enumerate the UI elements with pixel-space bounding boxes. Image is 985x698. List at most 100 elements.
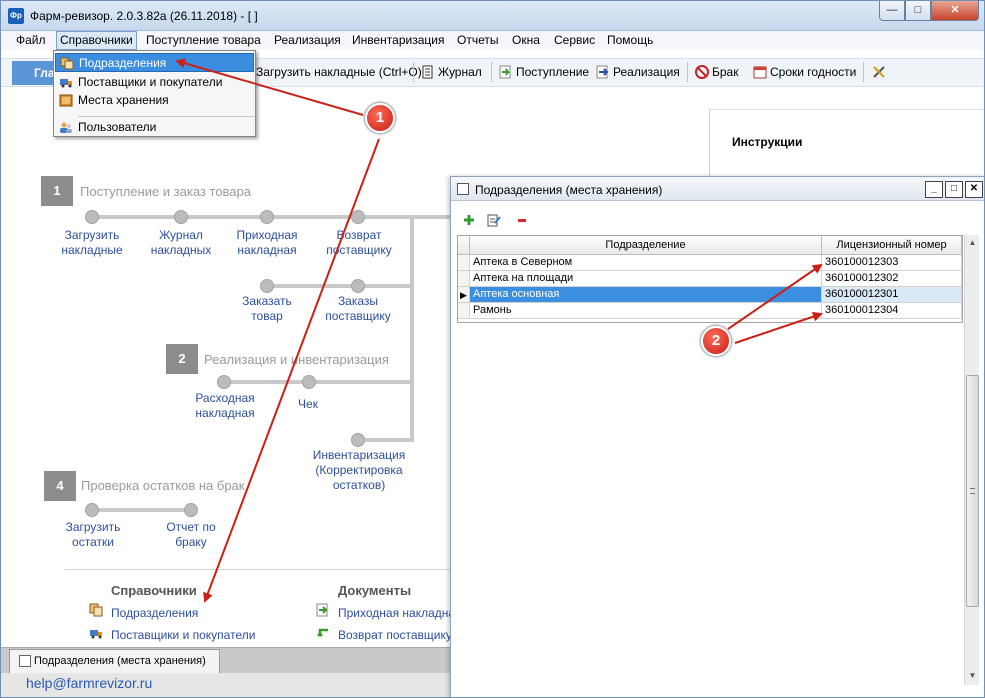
node-load-stock[interactable]: [85, 503, 99, 517]
window-title: Фарм-ревизор. 2.0.3.82a (26.11.2018) - […: [30, 9, 258, 23]
tools-icon: [873, 66, 885, 78]
cell-department[interactable]: Аптека основная: [470, 287, 822, 303]
table-row[interactable]: Аптека в Северном 360100012303: [458, 255, 964, 271]
node-label[interactable]: Расходная накладная: [185, 391, 265, 421]
table-row[interactable]: Аптека на площади 360100012302: [458, 271, 964, 287]
refs-section-title: Справочники: [111, 583, 197, 598]
cell-department[interactable]: Рамонь: [470, 303, 822, 319]
node-label[interactable]: Заказы поставщику: [315, 294, 401, 324]
cell-license[interactable]: 360100012304: [822, 303, 962, 319]
menu-references[interactable]: Справочники: [56, 31, 137, 50]
departments-icon: [89, 603, 103, 617]
child-minimize-button[interactable]: _: [925, 181, 943, 198]
edit-icon[interactable]: [487, 213, 501, 227]
column-header-license[interactable]: Лицензионный номер: [822, 236, 962, 255]
menu-sales[interactable]: Реализация: [271, 33, 344, 47]
scroll-up-button[interactable]: ▲: [965, 235, 980, 250]
menu-receipt[interactable]: Поступление товара: [143, 33, 264, 47]
vertical-scrollbar[interactable]: ▲ ▼: [964, 235, 979, 685]
node-label[interactable]: Отчет по браку: [157, 520, 225, 550]
table-row[interactable]: Рамонь 360100012304: [458, 303, 964, 319]
defect-button[interactable]: Брак: [695, 65, 738, 79]
node-defect-report[interactable]: [184, 503, 198, 517]
scroll-down-button[interactable]: ▼: [965, 668, 980, 683]
dropdown-item-departments[interactable]: Подразделения: [55, 53, 254, 72]
main-tab[interactable]: Гла: [12, 61, 57, 85]
sales-button[interactable]: Реализация: [596, 65, 680, 79]
menu-reports[interactable]: Отчеты: [454, 33, 501, 47]
dropdown-item-label: Поставщики и покупатели: [78, 75, 223, 89]
node-label[interactable]: Возврат поставщику: [319, 228, 399, 258]
help-email-link[interactable]: help@farmrevizor.ru: [26, 675, 152, 691]
dropdown-item-storage[interactable]: Места хранения: [55, 91, 254, 110]
minimize-button[interactable]: —: [879, 1, 905, 21]
child-window-title: Подразделения (места хранения): [475, 183, 663, 197]
storage-box-icon: [59, 94, 73, 107]
dropdown-item-suppliers[interactable]: Поставщики и покупатели: [55, 73, 254, 92]
cell-license[interactable]: 360100012302: [822, 271, 962, 287]
node-label[interactable]: Загрузить накладные: [53, 228, 131, 258]
receipt-button[interactable]: Поступление: [499, 65, 589, 79]
link-incoming-invoice[interactable]: Приходная накладная: [338, 606, 462, 620]
link-suppliers[interactable]: Поставщики и покупатели: [111, 628, 255, 642]
cell-department[interactable]: Аптека в Северном: [470, 255, 822, 271]
node-expense-invoice[interactable]: [217, 375, 231, 389]
table-row-selected[interactable]: ▶ Аптека основная 360100012301: [458, 287, 964, 303]
workflow-line: [266, 284, 412, 288]
delete-icon[interactable]: [515, 213, 529, 227]
column-header-department[interactable]: Подразделение: [470, 236, 822, 255]
menu-help[interactable]: Помощь: [604, 33, 656, 47]
cell-license[interactable]: 360100012303: [822, 255, 962, 271]
expiry-button[interactable]: Сроки годности: [753, 65, 856, 79]
node-order-goods[interactable]: [260, 279, 274, 293]
menu-service[interactable]: Сервис: [551, 33, 598, 47]
cell-license[interactable]: 360100012301: [822, 287, 962, 303]
dropdown-item-users[interactable]: Пользователи: [55, 118, 254, 137]
node-invoice-journal[interactable]: [174, 210, 188, 224]
child-maximize-button[interactable]: □: [945, 181, 963, 198]
node-label[interactable]: Инвентаризация (Корректировка остатков): [306, 448, 412, 493]
node-return-supplier[interactable]: [351, 210, 365, 224]
node-label[interactable]: Приходная накладная: [228, 228, 306, 258]
menu-inventory[interactable]: Инвентаризация: [349, 33, 447, 47]
calendar-icon: [753, 66, 767, 79]
node-inventory[interactable]: [351, 433, 365, 447]
dropdown-item-label: Подразделения: [79, 56, 167, 70]
step-4-badge: 4: [44, 471, 76, 501]
node-incoming-invoice[interactable]: [260, 210, 274, 224]
cell-department[interactable]: Аптека на площади: [470, 271, 822, 287]
node-load-invoices[interactable]: [85, 210, 99, 224]
row-indicator: [458, 303, 470, 319]
app-icon: Фр: [8, 8, 24, 24]
link-departments[interactable]: Подразделения: [111, 606, 198, 620]
truck-icon: [90, 630, 102, 639]
menu-file[interactable]: Файл: [13, 33, 49, 47]
window-tab-departments[interactable]: Подразделения (места хранения): [9, 649, 220, 673]
step-2-title: Реализация и инвентаризация: [204, 352, 389, 367]
scroll-thumb[interactable]: [966, 375, 979, 607]
child-toolbar: [451, 201, 984, 235]
node-label[interactable]: Загрузить остатки: [61, 520, 125, 550]
toolbar-separator: [413, 62, 414, 82]
departments-window: Подразделения (места хранения) _ □ ✕ Под…: [450, 176, 984, 697]
add-icon[interactable]: [462, 213, 476, 227]
node-label[interactable]: Журнал накладных: [142, 228, 220, 258]
child-close-button[interactable]: ✕: [965, 181, 983, 198]
node-supplier-orders[interactable]: [351, 279, 365, 293]
load-invoices-button[interactable]: Загрузить накладные (Ctrl+O): [256, 65, 422, 79]
step-1-title: Поступление и заказ товара: [80, 184, 251, 199]
close-button[interactable]: ✕: [931, 1, 979, 21]
node-label[interactable]: Заказать товар: [228, 294, 306, 324]
window-tab-label: Подразделения (места хранения): [34, 655, 206, 667]
link-return-supplier[interactable]: Возврат поставщику: [338, 628, 452, 642]
node-label[interactable]: Чек: [281, 397, 335, 412]
menu-windows[interactable]: Окна: [509, 33, 543, 47]
settings-tools-button[interactable]: [872, 65, 889, 79]
journal-icon: [422, 65, 433, 79]
journal-button[interactable]: Журнал: [421, 65, 482, 79]
toolbar-separator: [491, 62, 492, 82]
maximize-button[interactable]: □: [905, 1, 931, 21]
child-title-bar[interactable]: Подразделения (места хранения) _ □ ✕: [451, 177, 984, 201]
node-receipt-check[interactable]: [302, 375, 316, 389]
title-bar[interactable]: Фр Фарм-ревизор. 2.0.3.82a (26.11.2018) …: [1, 1, 984, 31]
